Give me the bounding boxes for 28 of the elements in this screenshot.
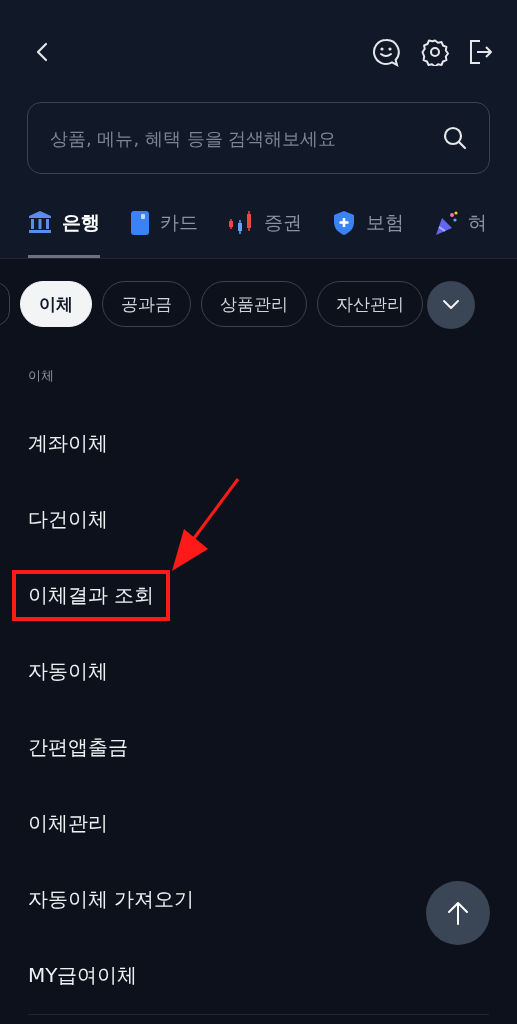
section-title: 이체: [28, 367, 54, 385]
menu-item[interactable]: 자동이체: [28, 647, 108, 695]
chevron-down-icon: [442, 299, 460, 311]
menu-item[interactable]: MY급여이체: [28, 951, 138, 999]
candlestick-chart-icon: [228, 210, 254, 236]
category-tab[interactable]: 증권: [228, 208, 302, 258]
category-tab[interactable]: 카드: [130, 208, 198, 258]
shield-icon: [332, 210, 356, 236]
category-tab[interactable]: 은행: [28, 208, 100, 258]
arrow-up-icon: [447, 900, 469, 926]
menu-item[interactable]: 계좌이체: [28, 419, 108, 467]
settings-icon[interactable]: [421, 38, 449, 66]
chatbot-icon[interactable]: [371, 37, 401, 67]
filter-chip[interactable]: 이체: [20, 281, 92, 327]
card-icon: [130, 210, 150, 236]
search-field[interactable]: 상품, 메뉴, 혜택 등을 검색해보세요: [27, 102, 490, 174]
back-icon[interactable]: [34, 41, 50, 63]
expand-button[interactable]: [427, 281, 475, 329]
menu-item[interactable]: 이체관리: [28, 799, 108, 847]
category-tab[interactable]: 혀: [434, 208, 487, 258]
menu-item[interactable]: 다건이체: [28, 495, 108, 543]
logout-icon[interactable]: [469, 39, 493, 65]
menu-item[interactable]: 자동이체 가져오기: [28, 875, 195, 923]
party-popper-icon: [434, 210, 458, 236]
menu-item[interactable]: 간편앱출금: [28, 723, 128, 771]
bank-icon: [28, 210, 52, 234]
search-icon: [442, 125, 468, 151]
category-tab[interactable]: 보험: [332, 208, 404, 258]
